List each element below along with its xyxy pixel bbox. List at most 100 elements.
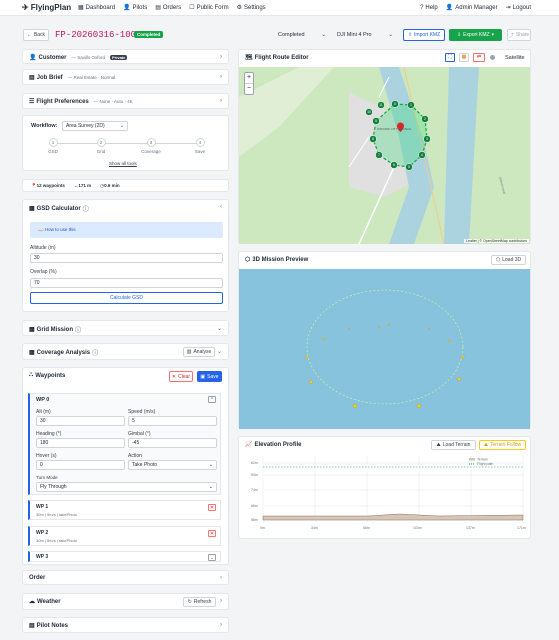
map-canvas[interactable]: Oxford Canal 0 1 2 3 4 5 6 7 8 9 10 11 O… (239, 67, 530, 244)
toolbar-grid-icon[interactable]: ▦ (459, 53, 469, 62)
preview-canvas[interactable] (239, 269, 530, 429)
import-kmz-button[interactable]: ⇧ Import KMZ (403, 29, 445, 41)
calculate-gsd-button[interactable]: Calculate GSD (30, 292, 223, 304)
coverage-icon: ▦ (29, 350, 35, 356)
job-id: FP-20260316-1009 (55, 30, 142, 40)
chevron-down-icon: ⌄ (321, 32, 326, 38)
satellite-toggle[interactable]: Satellite (505, 55, 525, 61)
save-button[interactable]: ▣ Save (197, 371, 222, 382)
export-kmz-button[interactable]: ⇩ Export KMZ ▾ (449, 29, 502, 41)
share-icon: ⤴ (508, 32, 514, 39)
chevron-down-icon: ⌄ (208, 462, 213, 468)
svg-text:9: 9 (375, 119, 377, 123)
share-button[interactable]: ⤴ Share (507, 29, 531, 41)
alt-input[interactable]: 30 (36, 416, 125, 426)
weather-section[interactable]: ☁ Weather ↻ Refresh › (22, 593, 229, 610)
top-nav: ✈ FlyingPlan ▦ Dashboard 👤 Pilots ▤ Orders ☐… (0, 0, 559, 16)
how-to-use-link[interactable]: 📖 How to use this (30, 222, 223, 238)
overlap-input[interactable]: 70 (30, 278, 223, 288)
svg-text:8: 8 (372, 137, 374, 141)
info-icon: ⓘ (75, 328, 82, 334)
info-icon: ⓘ (82, 207, 89, 213)
step-coverage[interactable]: 3 Coverage (136, 138, 166, 154)
elevation-chart: 62m 50m 74m 66m 58m 0m 34m 68m 103m 137m 171m Ter… (251, 456, 526, 530)
nav-settings[interactable]: ⚙ Settings (236, 4, 266, 12)
coverage-analysis-section[interactable]: ▦ Coverage Analysis ⓘ ▥ Analyse ⌄ (22, 343, 229, 360)
stat-waypoints: 📍12 waypoints (31, 182, 65, 188)
svg-text:58m: 58m (251, 518, 258, 522)
action-select[interactable]: Take Photo ⌄ (128, 460, 217, 470)
load-3d-button[interactable]: ⬡ Load 3D (491, 255, 526, 265)
zoom-in-button[interactable]: + (245, 73, 253, 84)
collapse-button[interactable]: ⌃ (208, 396, 216, 403)
chevron-right-icon: › (220, 98, 222, 104)
user-icon: 👤 (29, 55, 37, 61)
pilot-notes-section[interactable]: ▤ Pilot Notes › (22, 617, 229, 633)
back-button[interactable]: ← Back (23, 29, 49, 41)
brand[interactable]: ✈ FlyingPlan (22, 3, 71, 12)
delete-waypoint-button[interactable]: ✕ (208, 504, 216, 511)
step-gsd[interactable]: 1 GSD (47, 138, 59, 154)
zoom-out-button[interactable]: − (245, 84, 253, 94)
svg-text:103m: 103m (413, 526, 422, 530)
refresh-button[interactable]: ↻ Refresh (183, 597, 216, 607)
svg-text:3: 3 (426, 137, 428, 141)
waypoint-3[interactable]: WP 3 ⌄ (28, 551, 221, 562)
waypoint-1[interactable]: WP 1 30m | 5m/s | takePhoto ✕ (28, 500, 221, 520)
step-save[interactable]: 4 Save (191, 138, 209, 154)
svg-text:1: 1 (410, 103, 412, 107)
chevron-down-icon: ⌄ (388, 32, 393, 38)
mountain-icon: ⛰ (436, 442, 441, 448)
chevron-down-icon: ⌄ (216, 349, 222, 355)
chart-icon: 📈 (245, 442, 253, 448)
turn-mode-select[interactable]: Fly Through ⌄ (36, 482, 217, 492)
nav-dashboard[interactable]: ▦ Dashboard (78, 4, 115, 12)
hover-input[interactable]: 0 (36, 460, 125, 470)
gear-icon: ⚙ (236, 5, 242, 11)
job-brief-section[interactable]: ▤ Job Brief — Real Estate · Normal › (22, 69, 229, 85)
user-icon: 👤 (445, 5, 454, 11)
delete-waypoint-button[interactable]: ⌄ (208, 554, 216, 561)
chevron-left-icon[interactable]: ‹ (220, 204, 222, 210)
customer-section[interactable]: 👤 Customer — Savills Oxford Private › (22, 49, 229, 64)
terrain-follow-button[interactable]: ⛰ Terrain Follow (479, 440, 526, 450)
toolbar-select-icon[interactable]: ⛶ (445, 53, 455, 62)
grid-mission-section[interactable]: ▦ Grid Mission ⓘ ⌄ (22, 320, 229, 336)
svg-text:10: 10 (367, 110, 371, 114)
load-terrain-button[interactable]: ⛰ Load Terrain (431, 440, 476, 450)
speed-input[interactable]: 5 (128, 416, 217, 426)
workflow-select[interactable]: Area Survey (2D) ⌄ (62, 121, 128, 131)
nav-user[interactable]: 👤 Admin Manager (445, 4, 498, 12)
cube-icon: ⬡ (495, 257, 501, 263)
show-all-tools-link[interactable]: Show all tools (109, 161, 137, 166)
map-icon: 🗺 (245, 55, 253, 61)
nav-public-form[interactable]: ☐ Public Form (189, 4, 228, 12)
delete-waypoint-button[interactable]: ✕ (208, 530, 216, 537)
chevron-down-icon: ⌄ (216, 326, 222, 332)
nav-logout[interactable]: ⇥ Logout (506, 4, 531, 12)
status-select[interactable]: Completed ⌄ (275, 29, 329, 41)
nav-pilots[interactable]: 👤 Pilots (123, 4, 147, 12)
svg-text:2: 2 (424, 117, 426, 121)
svg-text:11: 11 (379, 103, 383, 107)
waypoint-0[interactable]: WP 0 ⌃ Alt (m) 30 Speed (m/s) 5 Heading … (28, 393, 221, 495)
heading-input[interactable]: 180 (36, 438, 125, 448)
nav-help[interactable]: ? Help (420, 4, 438, 11)
place-label: OXFORD CITY COUNCIL (377, 127, 412, 131)
map-attribution[interactable]: Leaflet | © OpenStreetMap contributors (464, 239, 529, 243)
toolbar-toggle-icon[interactable] (490, 55, 495, 60)
analyse-button[interactable]: ▥ Analyse (183, 347, 215, 357)
nav-orders[interactable]: ▤ Orders (155, 4, 181, 12)
chevron-right-icon: › (220, 54, 222, 60)
drone-select[interactable]: DJI Mini 4 Pro ⌄ (334, 29, 396, 41)
flight-prefs-section[interactable]: ☰ Flight Preferences — None · Auto · 4K › (22, 93, 229, 109)
altitude-input[interactable]: 30 (30, 253, 223, 263)
toolbar-route-icon[interactable]: ⇄ (473, 53, 485, 62)
order-section[interactable]: Order › (22, 570, 229, 585)
gimbal-input[interactable]: -45 (128, 438, 217, 448)
clear-button[interactable]: ✕ Clear (169, 371, 193, 382)
help-icon: ? (420, 4, 424, 11)
waypoint-2[interactable]: WP 2 30m | 5m/s | takePhoto ✕ (28, 526, 221, 546)
step-grid[interactable]: 2 Grid (95, 138, 107, 154)
pilot-icon: 👤 (123, 5, 131, 11)
